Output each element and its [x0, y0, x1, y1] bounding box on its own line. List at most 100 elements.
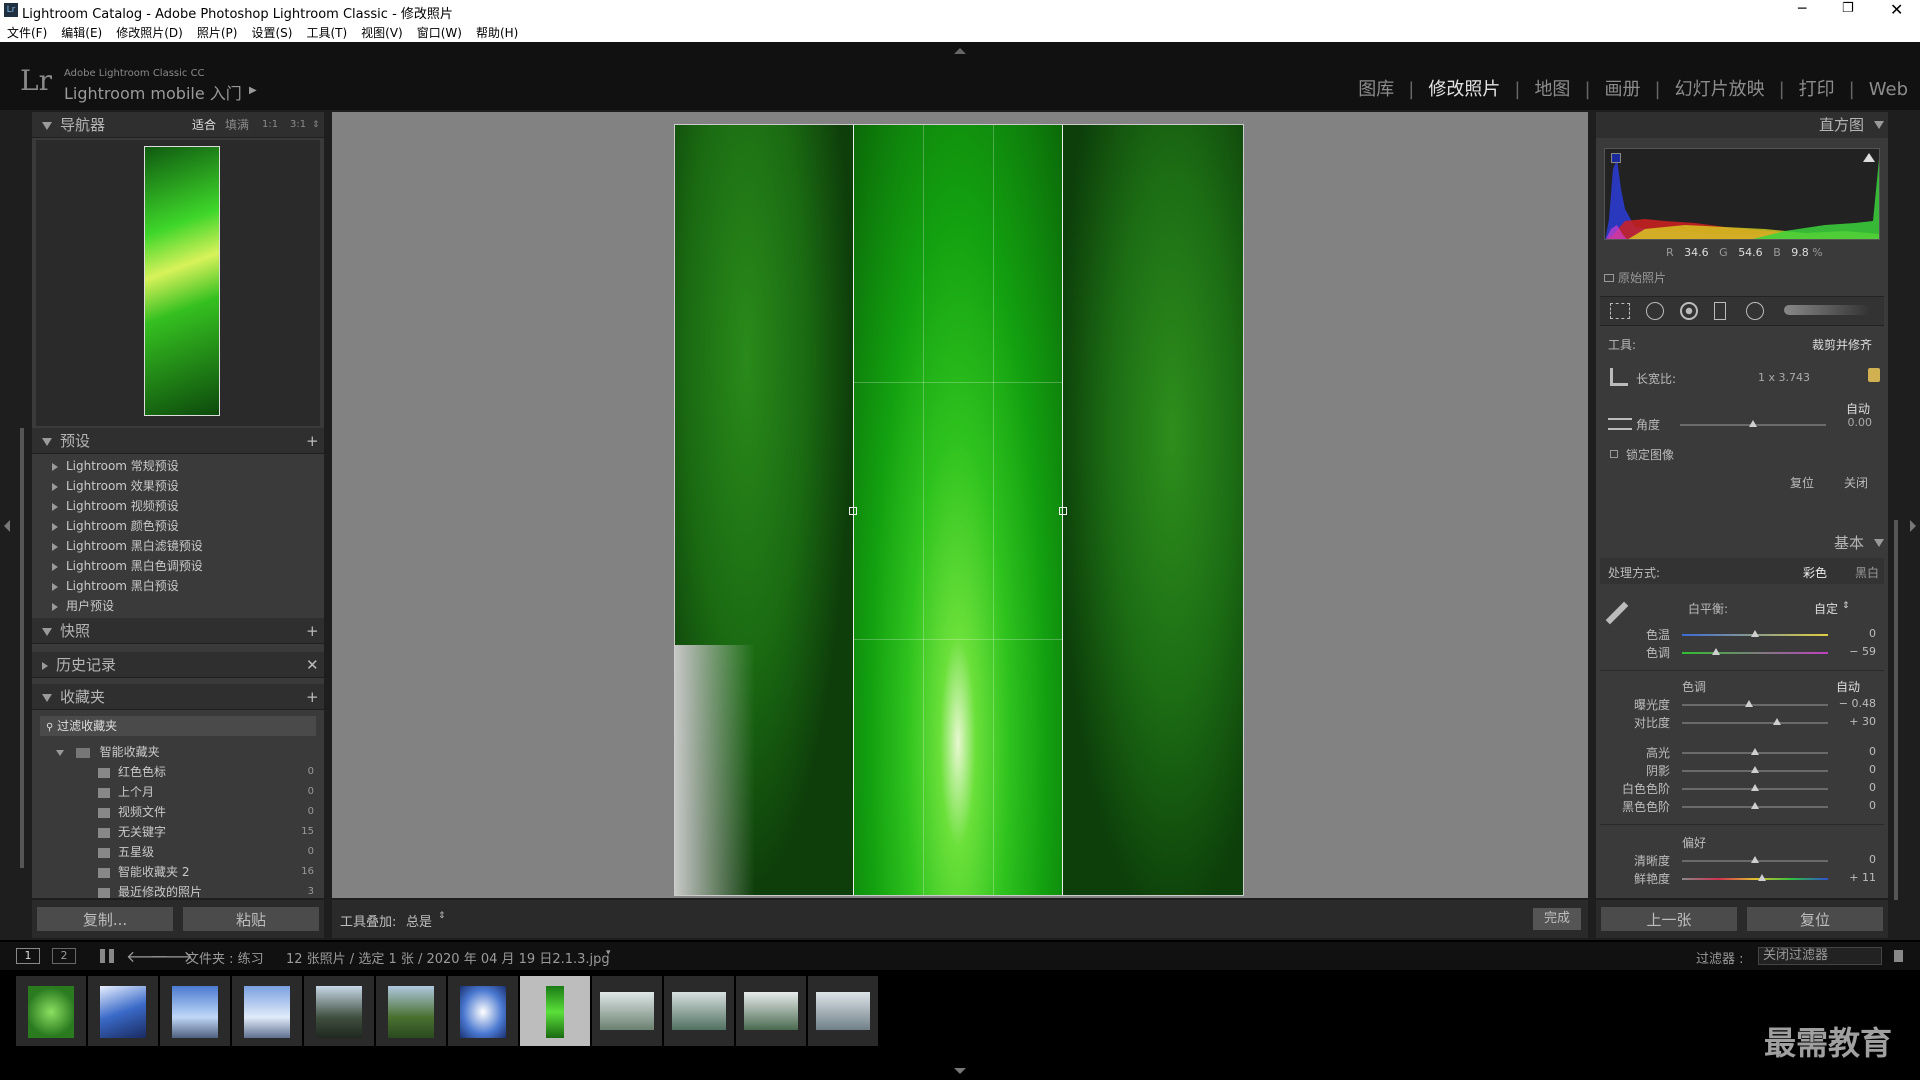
crop-frame-icon[interactable] [1610, 368, 1628, 386]
chevron-down-icon[interactable]: ⇕ [438, 911, 446, 921]
clear-history-icon[interactable]: ✕ [306, 652, 319, 678]
right-scrollbar[interactable] [1894, 520, 1898, 900]
menu-help[interactable]: 帮助(H) [469, 22, 525, 43]
contrast-slider-thumb[interactable] [1772, 718, 1781, 725]
add-snapshot-icon[interactable]: + [306, 618, 319, 644]
zoom-stepper-icon[interactable]: ⇕ [312, 112, 320, 138]
reset-button[interactable]: 复位 [1746, 906, 1884, 932]
preset-folder[interactable]: Lightroom 黑白预设 [32, 576, 324, 596]
blacks-slider-thumb[interactable] [1751, 802, 1759, 809]
expand-triangle-icon[interactable] [52, 462, 58, 471]
menu-edit[interactable]: 编辑(E) [54, 22, 109, 43]
left-edge-arrow-icon[interactable] [4, 520, 10, 532]
thumbnail[interactable] [376, 976, 446, 1046]
list-item[interactable]: 智能收藏夹 2 16 [32, 862, 324, 882]
lock-icon[interactable] [1868, 368, 1880, 382]
crop-area[interactable] [853, 125, 1063, 895]
vibrance-slider-thumb[interactable] [1758, 874, 1767, 881]
tone-auto-button[interactable]: 自动 [1836, 678, 1860, 695]
aspect-select[interactable]: 1 x 3.743 [1758, 371, 1810, 384]
expand-triangle-icon[interactable] [52, 602, 58, 611]
tint-slider-track[interactable] [1682, 652, 1828, 654]
crop-handle[interactable] [849, 507, 857, 515]
thumbnail[interactable] [448, 976, 518, 1046]
highlights-slider-thumb[interactable] [1751, 748, 1759, 755]
straighten-tool-icon[interactable] [1608, 418, 1632, 430]
zoom-3-1[interactable]: 3:1 [290, 112, 306, 138]
main-window-button[interactable]: 1 [16, 948, 40, 964]
done-button[interactable]: 完成 [1532, 907, 1582, 931]
angle-value[interactable]: 0.00 [1848, 416, 1873, 429]
mobile-arrow-icon[interactable]: ▶ [249, 85, 257, 96]
shadows-slider-thumb[interactable] [1751, 766, 1759, 773]
add-preset-icon[interactable]: + [306, 428, 319, 454]
add-collection-icon[interactable]: + [306, 684, 319, 710]
whites-slider-thumb[interactable] [1751, 784, 1759, 791]
list-item[interactable]: 视频文件 0 [32, 802, 324, 822]
zoom-1-1[interactable]: 1:1 [262, 112, 278, 138]
menu-settings[interactable]: 设置(S) [244, 22, 299, 43]
treatment-color[interactable]: 彩色 [1803, 564, 1827, 581]
crop-tool-icon[interactable] [1610, 303, 1630, 319]
red-eye-icon[interactable] [1680, 302, 1698, 320]
basic-header[interactable]: 基本 [1596, 530, 1888, 556]
exposure-slider-track[interactable] [1682, 704, 1828, 706]
filter-select[interactable]: 关闭过滤器 [1758, 947, 1882, 965]
thumbnail[interactable] [592, 976, 662, 1046]
zoom-fill[interactable]: 填满 [225, 112, 249, 138]
maximize-icon[interactable]: ❐ [1842, 1, 1854, 16]
module-print[interactable]: 打印 [1799, 75, 1835, 101]
module-develop[interactable]: 修改照片 [1428, 75, 1500, 101]
presets-header[interactable]: 预设 + [32, 428, 324, 454]
clarity-value[interactable]: 0 [1836, 853, 1876, 866]
exposure-slider-thumb[interactable] [1745, 700, 1754, 707]
snapshots-header[interactable]: 快照 + [32, 618, 324, 644]
expand-triangle-icon[interactable] [52, 502, 58, 511]
temp-value[interactable]: 0 [1836, 627, 1876, 640]
expand-triangle-icon[interactable] [52, 582, 58, 591]
menu-tools[interactable]: 工具(T) [299, 22, 354, 43]
tint-value[interactable]: − 59 [1836, 645, 1876, 658]
expand-triangle-icon[interactable] [52, 522, 58, 531]
whites-value[interactable]: 0 [1836, 781, 1876, 794]
angle-slider-thumb[interactable] [1749, 420, 1757, 427]
list-item[interactable]: 最近修改的照片 3 [32, 882, 324, 898]
preset-folder[interactable]: Lightroom 颜色预设 [32, 516, 324, 536]
thumbnail[interactable] [232, 976, 302, 1046]
left-scrollbar[interactable] [20, 428, 24, 868]
original-photo-toggle[interactable]: 原始照片 [1604, 269, 1666, 286]
copy-button[interactable]: 复制... [36, 906, 174, 932]
thumbnail[interactable] [736, 976, 806, 1046]
adjustment-brush-icon[interactable] [1784, 305, 1870, 315]
vibrance-value[interactable]: + 11 [1836, 871, 1876, 884]
menu-view[interactable]: 视图(V) [354, 22, 410, 43]
module-map[interactable]: 地图 [1534, 75, 1570, 101]
module-book[interactable]: 画册 [1605, 75, 1641, 101]
wb-select[interactable]: 自定 [1814, 600, 1838, 617]
clarity-slider-thumb[interactable] [1751, 856, 1759, 863]
paste-button[interactable]: 粘贴 [182, 906, 320, 932]
menu-window[interactable]: 窗口(W) [410, 22, 469, 43]
thumbnail-selected[interactable] [520, 976, 590, 1046]
image-canvas[interactable] [332, 112, 1588, 898]
crop-handle[interactable] [1059, 507, 1067, 515]
list-item[interactable]: 红色色标 0 [32, 762, 324, 782]
crop-close-button[interactable]: 关闭 [1844, 474, 1868, 491]
collapse-triangle-icon[interactable] [56, 749, 64, 756]
collections-header[interactable]: 收藏夹 + [32, 684, 324, 710]
previous-button[interactable]: 上一张 [1600, 906, 1738, 932]
collapse-triangle-icon[interactable] [1874, 121, 1884, 129]
menu-photo[interactable]: 照片(P) [190, 22, 245, 43]
collapse-triangle-icon[interactable] [1874, 539, 1884, 547]
contrast-value[interactable]: + 30 [1836, 715, 1876, 728]
thumbnail[interactable] [808, 976, 878, 1046]
graduated-filter-icon[interactable] [1714, 302, 1726, 320]
history-header[interactable]: 历史记录 ✕ [32, 652, 324, 678]
eyedropper-icon[interactable] [1605, 601, 1629, 625]
auto-straighten[interactable]: 自动 [1846, 400, 1870, 417]
treatment-bw[interactable]: 黑白 [1855, 564, 1879, 581]
menu-file[interactable]: 文件(F) [0, 22, 54, 43]
collapse-triangle-icon[interactable] [42, 437, 52, 446]
constrain-checkbox[interactable] [1610, 450, 1618, 458]
thumbnail[interactable] [160, 976, 230, 1046]
